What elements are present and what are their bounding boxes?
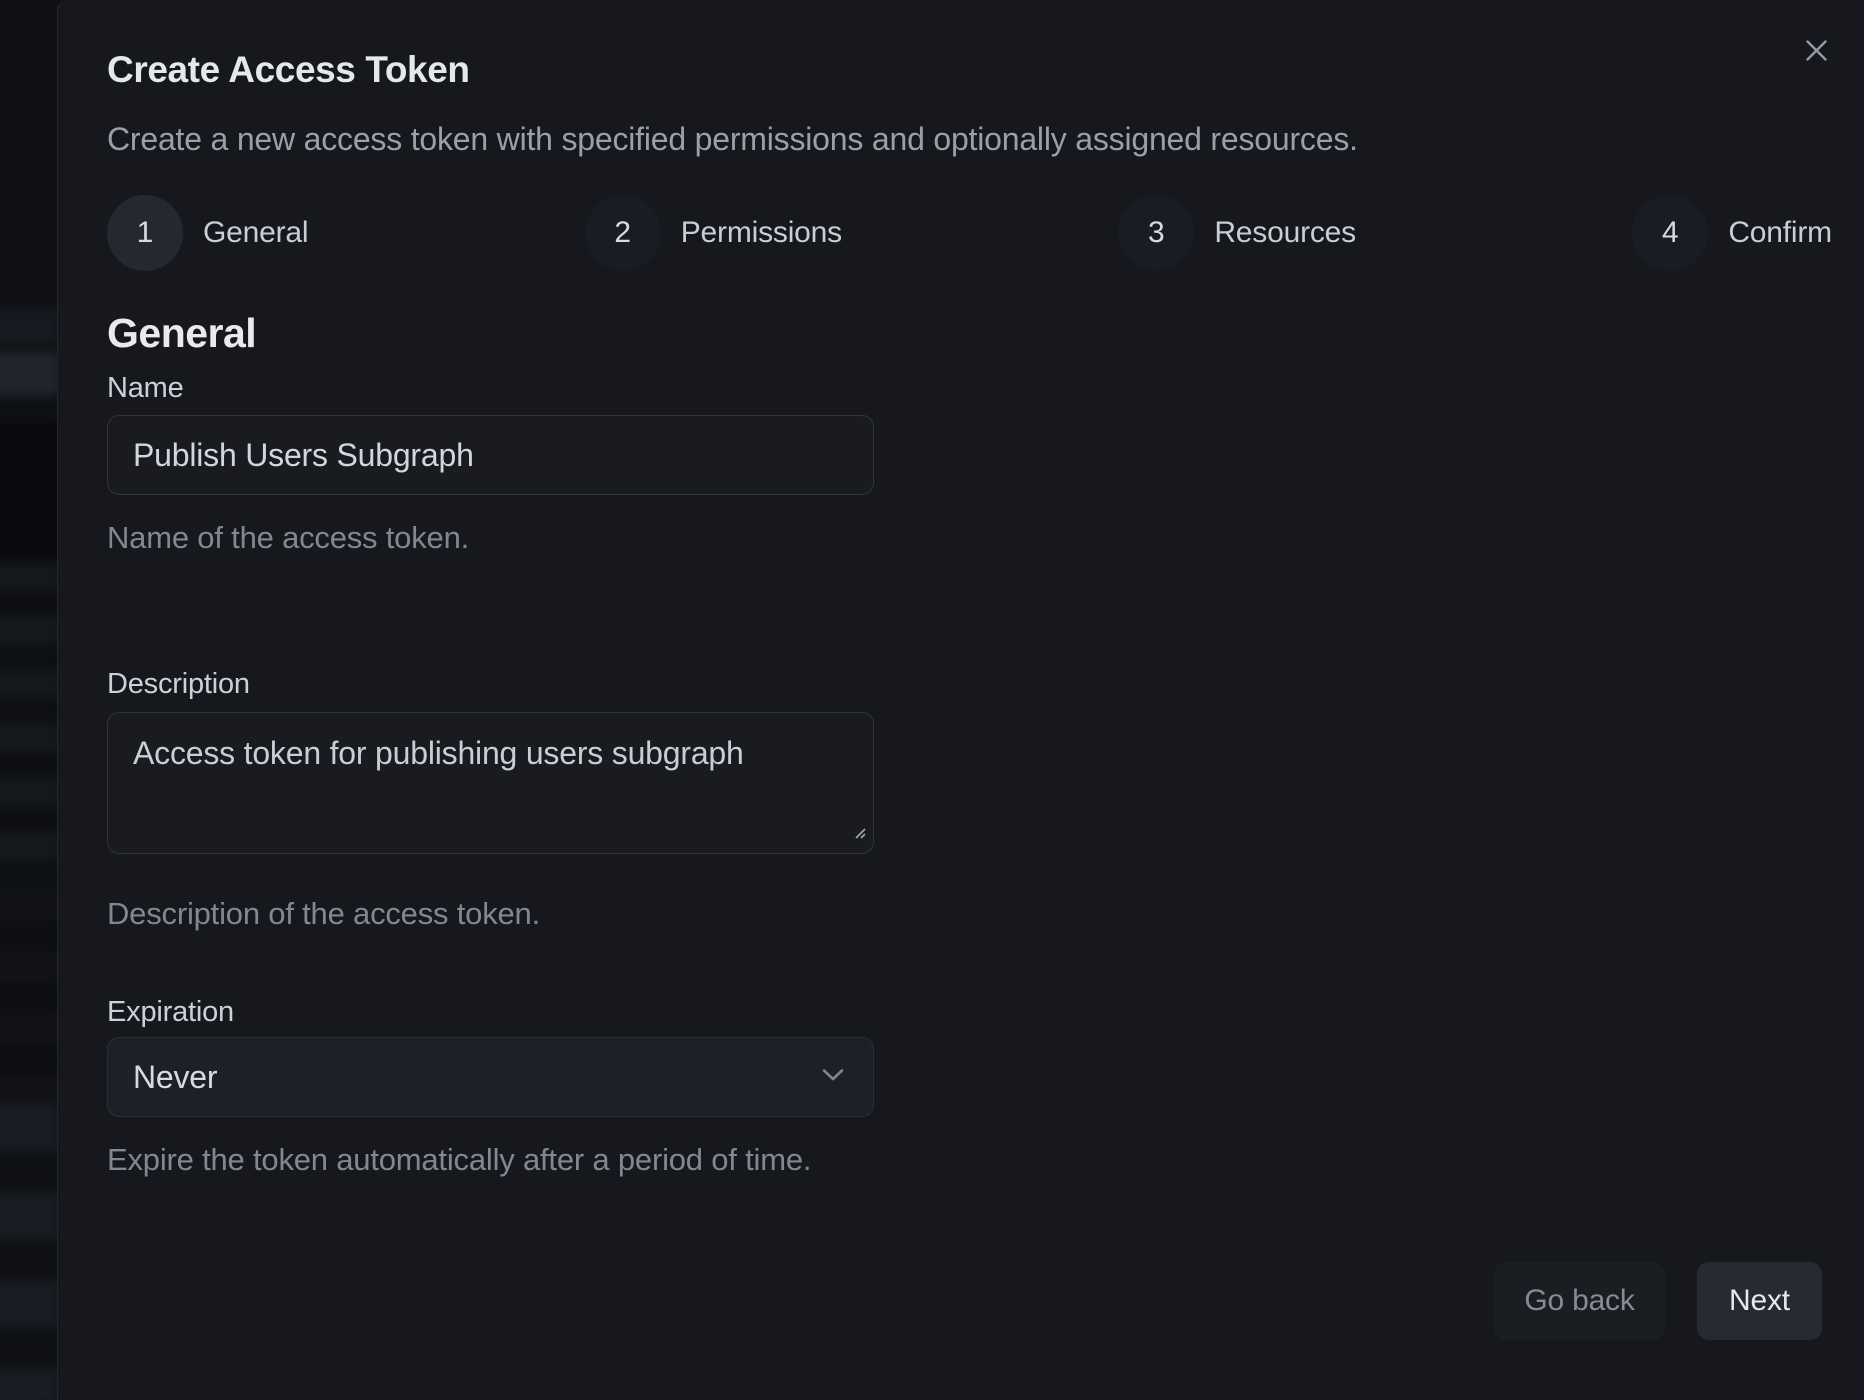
close-icon <box>1805 39 1828 65</box>
description-label: Description <box>107 668 250 701</box>
background-blur <box>0 0 57 1400</box>
dialog-title: Create Access Token <box>107 48 470 92</box>
step-resources[interactable]: 3 Resources <box>1118 195 1356 271</box>
expiration-helper-text: Expire the token automatically after a p… <box>107 1142 811 1178</box>
name-helper-text: Name of the access token. <box>107 520 469 556</box>
background-blob <box>0 422 57 562</box>
step-number-badge: 3 <box>1118 195 1194 271</box>
background-blob <box>0 1105 57 1400</box>
step-general[interactable]: 1 General <box>107 195 308 271</box>
step-number-badge: 1 <box>107 195 183 271</box>
background-blob <box>0 352 57 396</box>
go-back-button[interactable]: Go back <box>1494 1262 1665 1340</box>
screen: Create Access Token Create a new access … <box>0 0 1864 1400</box>
background-page-strip <box>0 0 57 1400</box>
name-label: Name <box>107 372 184 405</box>
background-blob <box>0 890 57 1105</box>
step-number-badge: 4 <box>1632 195 1708 271</box>
next-button[interactable]: Next <box>1697 1262 1822 1340</box>
expiration-label: Expiration <box>107 996 234 1029</box>
step-label: Resources <box>1214 216 1356 250</box>
step-number-badge: 2 <box>585 195 661 271</box>
step-permissions[interactable]: 2 Permissions <box>585 195 842 271</box>
background-blob <box>0 308 57 344</box>
wizard-stepper: 1 General 2 Permissions 3 Resources 4 Co… <box>107 194 1832 271</box>
step-label: General <box>203 216 308 250</box>
close-button[interactable] <box>1794 30 1838 74</box>
resize-grip-icon[interactable] <box>852 825 867 845</box>
dialog-subtitle: Create a new access token with specified… <box>107 120 1358 158</box>
name-input[interactable] <box>107 415 874 495</box>
description-helper-text: Description of the access token. <box>107 896 540 932</box>
step-label: Confirm <box>1728 216 1832 250</box>
description-textarea[interactable]: Access token for publishing users subgra… <box>107 712 874 854</box>
create-access-token-dialog: Create Access Token Create a new access … <box>57 0 1864 1400</box>
expiration-select[interactable]: Never <box>107 1037 874 1117</box>
step-label: Permissions <box>681 216 842 250</box>
section-heading-general: General <box>107 310 256 357</box>
background-blob <box>0 562 57 874</box>
step-confirm[interactable]: 4 Confirm <box>1632 195 1832 271</box>
chevron-down-icon <box>821 1068 845 1087</box>
description-field-wrap: Access token for publishing users subgra… <box>107 712 874 854</box>
expiration-selected-value: Never <box>133 1059 217 1096</box>
